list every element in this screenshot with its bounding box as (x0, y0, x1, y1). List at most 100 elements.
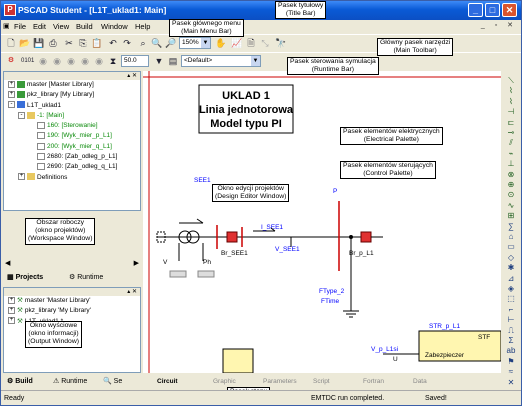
palette-component-icon[interactable]: ⊞ (503, 210, 519, 221)
tab-parameters[interactable]: Parameters (263, 378, 297, 385)
palette-component-icon[interactable]: ⚑ (503, 356, 519, 367)
expand-icon[interactable]: + (8, 317, 15, 325)
zoom-fit-icon[interactable]: ⌕ (137, 37, 149, 49)
save-icon[interactable]: 💾 (33, 37, 45, 49)
tab-search[interactable]: 🔍 Se (103, 377, 122, 385)
collapse-icon[interactable]: - (8, 101, 15, 109)
palette-component-icon[interactable]: ⬚ (503, 293, 519, 304)
palette-component-icon[interactable]: ⌇ (503, 85, 519, 96)
workspace-tree-item[interactable]: 190: [Wyk_mier_p_L1] (4, 131, 140, 141)
zoom-level-select[interactable]: 150% ▼ (179, 37, 211, 49)
palette-component-icon[interactable]: ⌁ (503, 148, 519, 159)
document-icon[interactable]: 🗎 (245, 37, 257, 49)
run-icon[interactable]: ◉ (37, 55, 49, 67)
palette-component-icon[interactable]: ⊙ (503, 189, 519, 200)
zoom-in-icon[interactable]: 🔍 (151, 37, 163, 49)
palette-component-icon[interactable]: Σ (503, 335, 519, 346)
workspace-tree-item[interactable]: + Definitions (4, 173, 140, 183)
palette-component-icon[interactable]: ⊗ (503, 169, 519, 180)
cut-icon[interactable]: ✂ (63, 37, 75, 49)
palette-component-icon[interactable]: ◈ (503, 283, 519, 294)
expand-icon[interactable]: + (18, 173, 25, 181)
output-tree-item[interactable]: + ⚒ pkz_library 'My Library' (4, 306, 140, 316)
design-editor-canvas[interactable]: UKLAD 1 Linia jednotorowa Model typu PI … (143, 71, 501, 373)
expand-icon[interactable]: + (8, 307, 15, 315)
pause-icon[interactable]: ◉ (65, 55, 77, 67)
down-arrow-icon[interactable]: ▼ (153, 55, 165, 67)
palette-component-icon[interactable]: ▭ (503, 241, 519, 252)
document-menu-icon[interactable]: ▣ (3, 22, 10, 30)
palette-component-icon[interactable]: ∑ (503, 221, 519, 232)
scroll-right-icon[interactable]: ▶ (134, 259, 139, 267)
palette-component-icon[interactable]: ⊕ (503, 179, 519, 190)
workspace-tree-item[interactable]: - -1: [Main] (4, 111, 140, 121)
menu-window[interactable]: Window (101, 22, 128, 31)
close-button[interactable]: ✕ (502, 3, 517, 17)
palette-component-icon[interactable]: ⌐ (503, 304, 519, 315)
tab-runtime[interactable]: ⚙ Runtime (69, 273, 103, 281)
palette-component-icon[interactable]: ⊏ (503, 117, 519, 128)
menu-view[interactable]: View (53, 22, 69, 31)
maximize-button[interactable]: □ (485, 3, 500, 17)
menu-edit[interactable]: Edit (33, 22, 46, 31)
workspace-tree-item[interactable]: - L1T_uklad1 (4, 101, 140, 111)
expand-icon[interactable]: + (8, 91, 15, 99)
open-folder-icon[interactable]: 📂 (19, 37, 31, 49)
paste-icon[interactable]: 📋 (91, 37, 103, 49)
workspace-tree-item[interactable]: 160: [Sterowanie] (4, 121, 140, 131)
binoculars-icon[interactable]: 🔭 (275, 37, 287, 49)
zoom-out-icon[interactable]: 🔎 (165, 37, 177, 49)
minimize-button[interactable]: _ (468, 3, 483, 17)
palette-component-icon[interactable]: ⌇ (503, 96, 519, 107)
workspace-tree-item[interactable]: 2690: [Zab_odleg_q_L1] (4, 162, 140, 172)
palette-component-icon[interactable]: ⫽ (503, 137, 519, 148)
palette-component-icon[interactable]: ✱ (503, 262, 519, 273)
title-bar[interactable]: P PSCAD Student - [L1T_uklad1: Main] _ □… (1, 1, 521, 20)
plot-step-input[interactable]: 50.0 (121, 55, 149, 67)
tab-projects[interactable]: ▦ Projects (7, 273, 43, 281)
mdi-controls[interactable]: _ ▫ ✕ (481, 21, 517, 29)
settings-icon[interactable]: ▤ (167, 55, 179, 67)
new-file-icon[interactable]: 🗋 (5, 37, 17, 49)
workspace-tree-item[interactable]: 200: [Wyk_mier_q_L1] (4, 142, 140, 152)
collapse-icon[interactable]: - (18, 111, 25, 119)
wire-icon[interactable]: ⤡ (259, 37, 271, 49)
palette-component-icon[interactable]: ≈ (503, 366, 519, 377)
palette-component-icon[interactable]: ⎍ (503, 325, 519, 336)
workspace-tree-item[interactable]: 2680: [Zab_odleg_p_L1] (4, 152, 140, 162)
menu-help[interactable]: Help (135, 22, 150, 31)
palette-component-icon[interactable]: ∿ (503, 200, 519, 211)
compile-icon[interactable]: ⚙ (5, 55, 17, 67)
palette-component-icon[interactable]: ⊣ (503, 106, 519, 117)
output-tree-item[interactable]: + ⚒ master 'Master Library' (4, 296, 140, 306)
palette-component-icon[interactable]: ✕ (503, 377, 519, 388)
undo-icon[interactable]: ↶ (107, 37, 119, 49)
scroll-left-icon[interactable]: ◀ (5, 259, 10, 267)
expand-icon[interactable]: + (8, 296, 15, 304)
palette-component-icon[interactable]: ⊸ (503, 127, 519, 138)
graph-icon[interactable]: 📈 (231, 37, 243, 49)
configuration-select[interactable]: <Default> ▼ (181, 55, 261, 67)
palette-component-icon[interactable]: ◇ (503, 252, 519, 263)
tab-build[interactable]: ⚙ Build (7, 377, 33, 385)
workspace-scrollbar[interactable]: ◀ ▶ (3, 259, 141, 269)
palette-component-icon[interactable]: ⌂ (503, 231, 519, 242)
expand-icon[interactable]: + (8, 80, 15, 88)
print-icon[interactable]: ⎙ (47, 37, 59, 49)
palette-component-icon[interactable]: ⊢ (503, 314, 519, 325)
palette-component-icon[interactable]: ⊿ (503, 273, 519, 284)
palette-component-icon[interactable]: ab (503, 345, 519, 356)
workspace-tree-item[interactable]: + pkz_library [My Library] (4, 90, 140, 100)
tab-fortran[interactable]: Fortran (363, 378, 384, 385)
workspace-tree-item[interactable]: + master [Master Library] (4, 80, 140, 90)
pan-hand-icon[interactable]: ✋ (215, 37, 227, 49)
palette-component-icon[interactable]: ⊥ (503, 158, 519, 169)
redo-icon[interactable]: ↷ (121, 37, 133, 49)
palette-component-icon[interactable]: ⟍ (503, 75, 519, 86)
snapshot-icon[interactable]: ◉ (93, 55, 105, 67)
copy-icon[interactable]: ⎘ (77, 37, 89, 49)
stop-icon[interactable]: ◉ (79, 55, 91, 67)
tab-graphic[interactable]: Graphic (213, 378, 236, 385)
tab-data[interactable]: Data (413, 378, 427, 385)
tab-circuit[interactable]: Circuit (157, 378, 178, 385)
